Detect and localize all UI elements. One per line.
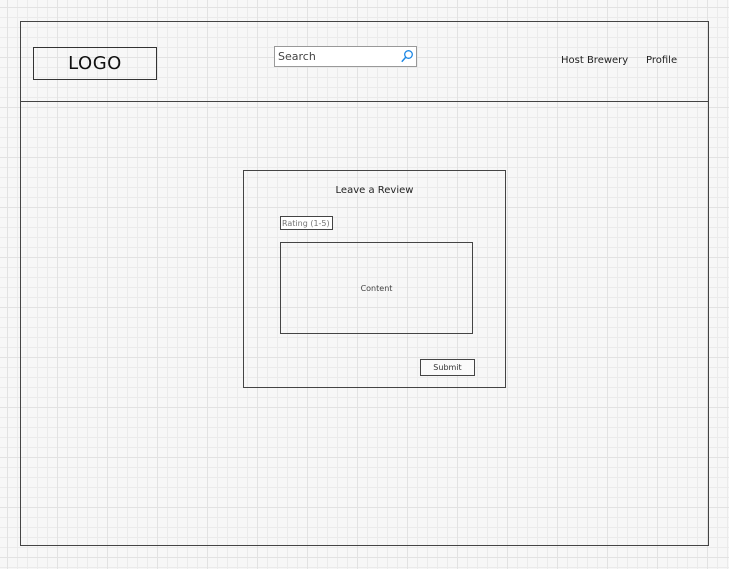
review-panel: Leave a Review Content Submit [243,170,506,388]
submit-button[interactable]: Submit [420,359,475,376]
review-title: Leave a Review [335,185,414,196]
search-input[interactable] [275,47,404,66]
nav-link-host-brewery[interactable]: Host Brewery [561,55,628,66]
header-divider [20,101,709,102]
nav-link-profile[interactable]: Profile [646,55,677,66]
content-placeholder: Content [360,283,393,293]
rating-input[interactable] [280,216,333,230]
content-textarea[interactable]: Content [280,242,473,334]
search-icon[interactable] [400,49,414,63]
logo: LOGO [33,47,157,80]
search-box[interactable] [274,46,417,67]
